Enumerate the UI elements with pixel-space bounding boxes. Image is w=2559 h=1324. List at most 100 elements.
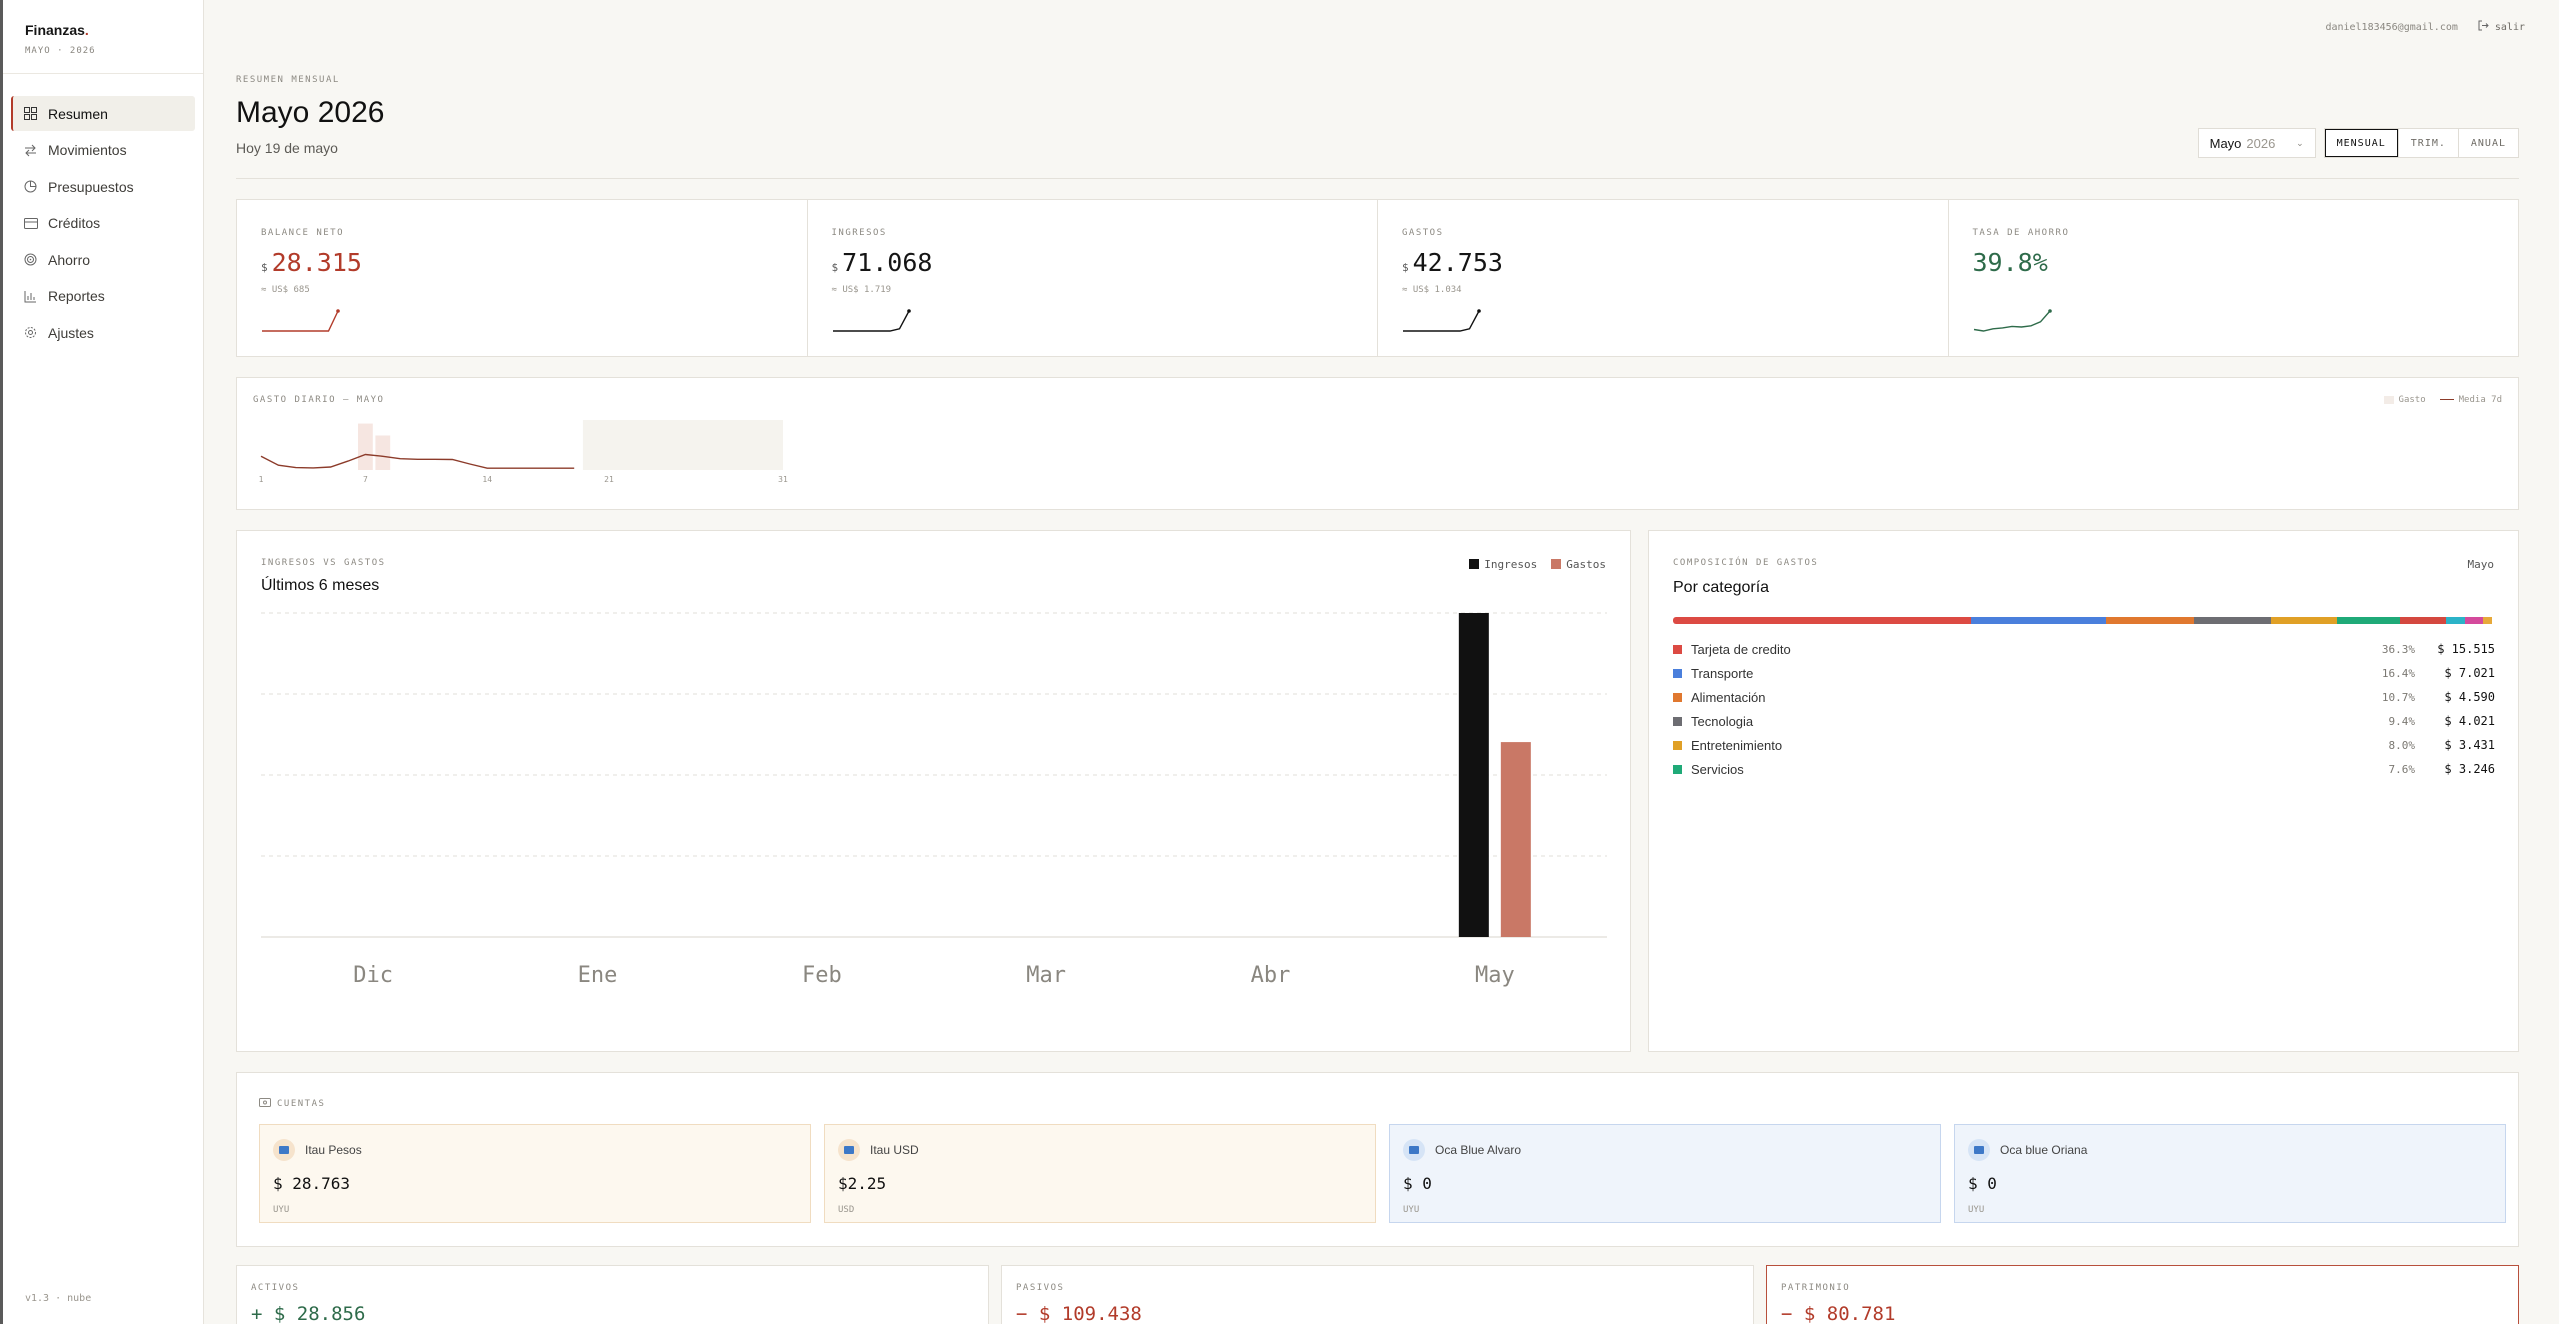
sidebar-item-label: Resumen (48, 105, 108, 122)
category-swatch (1673, 644, 1682, 654)
daily-legend: Gasto Media 7d (2383, 395, 2502, 405)
category-percent: 7.6% (2388, 762, 2416, 776)
version-label: v1.3 · nube (25, 1293, 92, 1304)
month-select-value: Mayo (2209, 135, 2242, 151)
kpi-label: TASA DE AHORRO (1972, 228, 2070, 238)
kpi-sparkline (1403, 309, 1481, 332)
bar-chart-icon (23, 289, 38, 304)
wallet-icon (259, 1098, 271, 1110)
view-trim-button[interactable]: TRIM. (2397, 129, 2458, 157)
sidebar-item-label: Ahorro (48, 251, 91, 268)
composition-segment[interactable] (2337, 617, 2400, 624)
composition-segment[interactable] (2465, 617, 2484, 624)
category-amount: $ 4.021 (2444, 714, 2495, 728)
daily-spending-chart[interactable]: 1 7 14 21 31 (253, 416, 793, 496)
category-percent: 10.7% (2381, 690, 2415, 704)
category-row[interactable]: Transporte 16.4% $ 7.021 (1673, 661, 2495, 685)
summary-activos[interactable]: ACTIVOS + $ 28.856 (236, 1265, 989, 1324)
sidebar: Finanzas. MAYO · 2026 Resumen Movimiento… (0, 0, 204, 1324)
composition-segment[interactable] (2483, 617, 2492, 624)
daily-bar (375, 435, 391, 470)
category-name: Servicios (1691, 761, 1744, 777)
account-card[interactable]: Oca Blue Alvaro $ 0 UYU (1389, 1124, 1941, 1223)
sidebar-item-resumen[interactable]: Resumen (11, 96, 195, 131)
kpi-value: $42.753 (1402, 248, 1503, 277)
summary-label: PASIVOS (1016, 1283, 1065, 1293)
logout-button[interactable]: salir (2478, 20, 2525, 34)
summary-label: ACTIVOS (251, 1283, 300, 1293)
arrows-swap-icon (23, 143, 38, 158)
summary-patrimonio[interactable]: PATRIMONIO − $ 80.781 (1766, 1265, 2519, 1324)
header-divider (236, 178, 2519, 179)
view-anual-button[interactable]: ANUAL (2457, 129, 2518, 157)
card-title: Por categoría (1673, 579, 1770, 596)
kpi-value: $28.315 (261, 248, 362, 277)
grid-icon (23, 106, 38, 121)
category-row[interactable]: Entretenimiento 8.0% $ 3.431 (1673, 733, 2495, 757)
kpi-ingresos[interactable]: INGRESOS $71.068 ≈ US$ 1.719 (806, 200, 1378, 356)
daily-tick-label: 1 (259, 475, 264, 484)
chart-legend: Ingresos Gastos (1469, 558, 1606, 571)
category-row[interactable]: Alimentación 10.7% $ 4.590 (1673, 685, 2495, 709)
summary-label: PATRIMONIO (1781, 1283, 1851, 1293)
logout-label: salir (2494, 21, 2525, 33)
account-card[interactable]: Itau USD $2.25 USD (824, 1124, 1376, 1223)
sidebar-item-ahorro[interactable]: Ahorro (11, 242, 195, 277)
summary-pasivos[interactable]: PASIVOS − $ 109.438 (1001, 1265, 1754, 1324)
sidebar-item-creditos[interactable]: Créditos (11, 206, 195, 241)
daily-tick-label: 21 (604, 475, 614, 484)
composition-segment[interactable] (2106, 617, 2195, 624)
composition-segment[interactable] (1971, 617, 2107, 624)
account-card[interactable]: Oca blue Oriana $ 0 UYU (1954, 1124, 2506, 1223)
account-card[interactable]: Itau Pesos $ 28.763 UYU (259, 1124, 811, 1223)
composition-segment[interactable] (2399, 617, 2446, 624)
period-controls: Mayo 2026 ⌄ MENSUAL TRIM. ANUAL (2197, 128, 2519, 158)
month-tick-label: Abr (1251, 963, 1291, 988)
sidebar-nav: Resumen Movimientos Presupuestos Crédito… (3, 74, 203, 374)
category-row[interactable]: Servicios 7.6% $ 3.246 (1673, 757, 2495, 781)
kpi-balance-neto[interactable]: BALANCE NETO $28.315 ≈ US$ 685 (237, 200, 807, 356)
chevron-down-icon: ⌄ (2296, 137, 2304, 148)
month-select[interactable]: Mayo 2026 ⌄ (2197, 128, 2316, 158)
sidebar-item-movimientos[interactable]: Movimientos (11, 133, 195, 168)
category-row[interactable]: Tecnologia 9.4% $ 4.021 (1673, 709, 2495, 733)
legend-media-7d: Media 7d (2439, 395, 2502, 405)
kpi-tasa-ahorro[interactable]: TASA DE AHORRO 39.8% (1947, 200, 2519, 356)
user-email: daniel183456@gmail.com (2325, 21, 2458, 33)
composition-month: Mayo (2467, 558, 2495, 571)
sidebar-item-label: Presupuestos (48, 178, 134, 195)
daily-spending-label: GASTO DIARIO — MAYO (253, 395, 385, 405)
composition-segment[interactable] (1673, 617, 1972, 624)
composition-stacked-bar[interactable] (1673, 617, 2495, 624)
account-currency: USD (838, 1205, 855, 1215)
app-logo[interactable]: Finanzas. (25, 22, 183, 38)
account-name: Itau USD (870, 1143, 919, 1157)
account-balance: $ 0 (1968, 1174, 1997, 1193)
category-swatch (1673, 716, 1682, 726)
accounts-label: CUENTAS (259, 1098, 325, 1110)
account-name: Oca blue Oriana (2000, 1143, 2088, 1157)
sidebar-item-reportes[interactable]: Reportes (11, 279, 195, 314)
avg-7d-line (260, 453, 575, 469)
account-currency: UYU (1403, 1205, 1420, 1215)
category-amount: $ 4.590 (2444, 690, 2495, 704)
sparkline-gastos (1403, 310, 1480, 332)
category-percent: 16.4% (2381, 666, 2415, 680)
kpi-sparkline (832, 309, 911, 332)
sidebar-item-presupuestos[interactable]: Presupuestos (11, 169, 195, 204)
kpi-row: BALANCE NETO $28.315 ≈ US$ 685 INGRESOS … (236, 199, 2519, 357)
composition-segment[interactable] (2271, 617, 2338, 624)
composition-segment[interactable] (2194, 617, 2272, 624)
composition-segment[interactable] (2445, 617, 2466, 624)
category-row[interactable]: Tarjeta de credito 36.3% $ 15.515 (1673, 637, 2495, 661)
expense-composition-card: COMPOSICIÓN DE GASTOS Por categoría Mayo… (1648, 530, 2519, 1052)
kpi-gastos[interactable]: GASTOS $42.753 ≈ US$ 1.034 (1377, 200, 1948, 356)
income-vs-expenses-chart[interactable]: Dic Ene Feb Mar Abr May (261, 611, 1607, 1031)
brand-period: MAYO · 2026 (25, 46, 96, 56)
view-mensual-button[interactable]: MENSUAL (2324, 129, 2398, 157)
page-title: Mayo 2026 (236, 96, 385, 129)
sparkline-endpoint (2047, 309, 2052, 313)
legend-gasto: Gasto (2383, 395, 2426, 405)
sidebar-item-ajustes[interactable]: Ajustes (11, 315, 195, 350)
category-swatch (1673, 764, 1682, 774)
